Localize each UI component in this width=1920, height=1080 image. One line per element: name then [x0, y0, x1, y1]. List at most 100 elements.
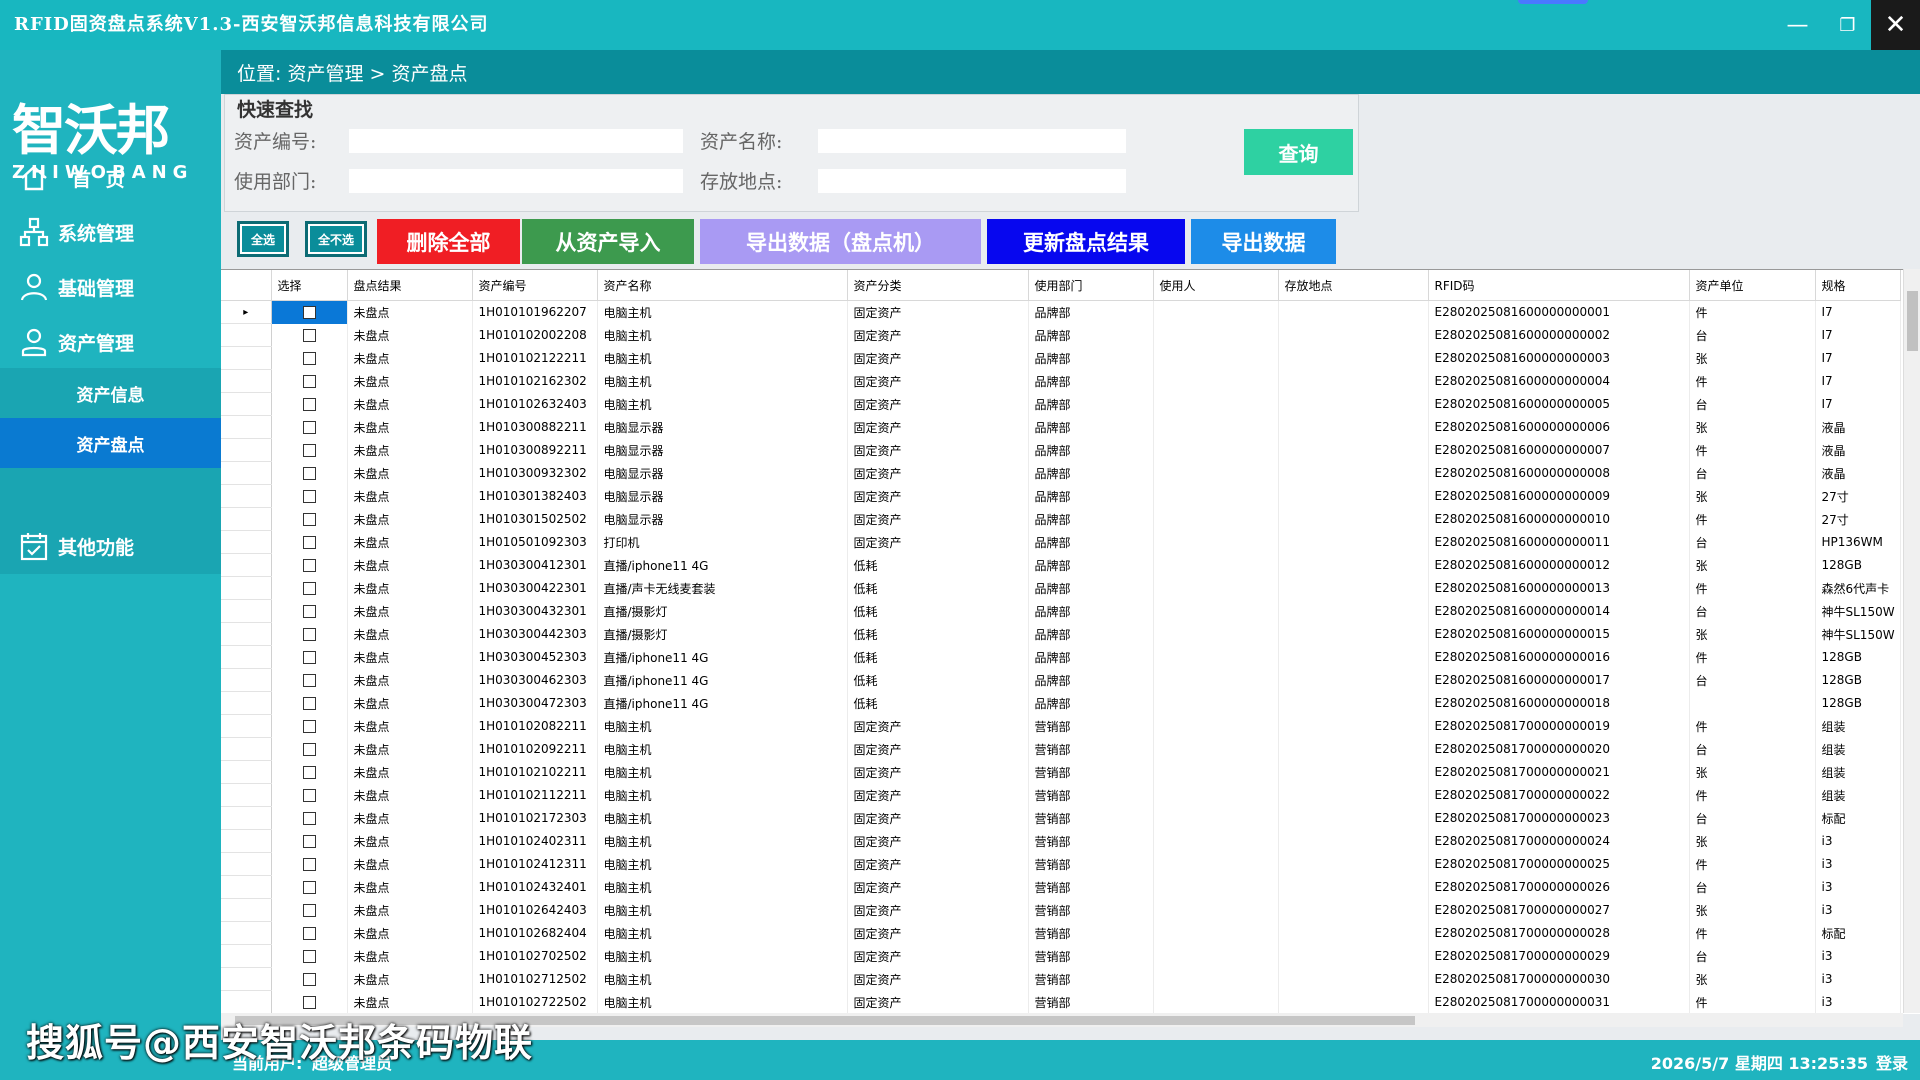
- row-checkbox-cell[interactable]: [271, 415, 348, 439]
- table-cell[interactable]: 张: [1689, 829, 1816, 853]
- row-checkbox[interactable]: [302, 858, 316, 871]
- table-cell[interactable]: E2802025081600000000006: [1428, 415, 1690, 439]
- table-cell[interactable]: 固定资产: [847, 944, 1029, 968]
- table-row[interactable]: 未盘点 1H030300422301 直播/声卡无线麦套装 低耗 品牌部 E2802025…: [221, 576, 1901, 600]
- location-input[interactable]: [818, 169, 1126, 193]
- table-cell[interactable]: 电脑主机: [597, 300, 848, 324]
- table-cell[interactable]: 液晶: [1815, 461, 1901, 485]
- export-data-button[interactable]: 导出数据: [1191, 219, 1336, 264]
- table-cell[interactable]: 件: [1689, 852, 1816, 876]
- table-cell[interactable]: 直播/摄影灯: [597, 599, 848, 623]
- table-cell[interactable]: [1278, 760, 1429, 784]
- table-cell[interactable]: 台: [1689, 392, 1816, 416]
- table-cell[interactable]: 未盘点: [347, 530, 473, 554]
- row-checkbox[interactable]: [302, 927, 316, 940]
- table-cell[interactable]: 未盘点: [347, 392, 473, 416]
- import-from-assets-button[interactable]: 从资产导入: [522, 219, 694, 264]
- table-cell[interactable]: 1H010102122211: [472, 346, 598, 370]
- column-header[interactable]: 规格: [1815, 270, 1901, 301]
- row-header[interactable]: [221, 369, 272, 393]
- table-cell[interactable]: [1278, 737, 1429, 761]
- row-checkbox[interactable]: [302, 973, 316, 986]
- table-cell[interactable]: [1278, 438, 1429, 462]
- table-cell[interactable]: 营销部: [1028, 967, 1154, 991]
- table-cell[interactable]: 1H010102682404: [472, 921, 598, 945]
- table-cell[interactable]: [1153, 875, 1279, 899]
- table-cell[interactable]: [1153, 829, 1279, 853]
- table-cell[interactable]: 1H030300452303: [472, 645, 598, 669]
- table-cell[interactable]: [1153, 622, 1279, 646]
- row-checkbox-cell[interactable]: [271, 300, 348, 324]
- table-cell[interactable]: 未盘点: [347, 323, 473, 347]
- table-cell[interactable]: 未盘点: [347, 852, 473, 876]
- row-checkbox[interactable]: [302, 628, 316, 641]
- table-cell[interactable]: 未盘点: [347, 668, 473, 692]
- table-cell[interactable]: E2802025081700000000029: [1428, 944, 1690, 968]
- row-header[interactable]: [221, 346, 272, 370]
- table-cell[interactable]: 1H010102162302: [472, 369, 598, 393]
- table-cell[interactable]: 固定资产: [847, 806, 1029, 830]
- update-results-button[interactable]: 更新盘点结果: [987, 219, 1185, 264]
- table-cell[interactable]: 品牌部: [1028, 622, 1154, 646]
- table-cell[interactable]: [1153, 645, 1279, 669]
- table-cell[interactable]: E2802025081700000000019: [1428, 714, 1690, 738]
- table-cell[interactable]: 品牌部: [1028, 346, 1154, 370]
- table-cell[interactable]: 营销部: [1028, 990, 1154, 1014]
- column-header[interactable]: 使用人: [1153, 270, 1279, 301]
- table-cell[interactable]: 未盘点: [347, 967, 473, 991]
- table-cell[interactable]: 台: [1689, 806, 1816, 830]
- row-header[interactable]: ▸: [221, 300, 272, 324]
- table-cell[interactable]: 固定资产: [847, 438, 1029, 462]
- table-cell[interactable]: 营销部: [1028, 921, 1154, 945]
- row-checkbox[interactable]: [302, 812, 316, 825]
- column-header[interactable]: RFID码: [1428, 270, 1690, 301]
- table-cell[interactable]: 打印机: [597, 530, 848, 554]
- table-cell[interactable]: 营销部: [1028, 829, 1154, 853]
- sidebar-item-home[interactable]: 首 页: [0, 153, 221, 203]
- row-checkbox[interactable]: [302, 329, 316, 342]
- row-header[interactable]: [221, 392, 272, 416]
- table-cell[interactable]: 直播/iphone11 4G: [597, 553, 848, 577]
- row-checkbox[interactable]: [302, 490, 316, 503]
- table-cell[interactable]: [1278, 852, 1429, 876]
- row-checkbox[interactable]: [302, 467, 316, 480]
- row-checkbox[interactable]: [302, 881, 316, 894]
- table-cell[interactable]: 品牌部: [1028, 530, 1154, 554]
- sidebar-item-system[interactable]: 系统管理: [0, 207, 221, 257]
- row-checkbox[interactable]: [302, 697, 316, 710]
- table-cell[interactable]: 1H010102702502: [472, 944, 598, 968]
- row-header[interactable]: [221, 415, 272, 439]
- table-cell[interactable]: E2802025081600000000001: [1428, 300, 1690, 324]
- scrollbar-thumb[interactable]: [1907, 291, 1918, 351]
- select-all-button[interactable]: 全选: [237, 221, 289, 257]
- table-cell[interactable]: [1153, 369, 1279, 393]
- row-checkbox[interactable]: [302, 651, 316, 664]
- table-cell[interactable]: 电脑主机: [597, 921, 848, 945]
- table-cell[interactable]: 品牌部: [1028, 691, 1154, 715]
- table-cell[interactable]: 未盘点: [347, 944, 473, 968]
- table-cell[interactable]: 未盘点: [347, 438, 473, 462]
- table-cell[interactable]: I7: [1815, 369, 1901, 393]
- table-cell[interactable]: 1H010301502502: [472, 507, 598, 531]
- table-cell[interactable]: [1278, 691, 1429, 715]
- table-cell[interactable]: E2802025081700000000020: [1428, 737, 1690, 761]
- table-cell[interactable]: 件: [1689, 576, 1816, 600]
- table-cell[interactable]: 营销部: [1028, 760, 1154, 784]
- table-cell[interactable]: 固定资产: [847, 852, 1029, 876]
- table-cell[interactable]: I7: [1815, 323, 1901, 347]
- table-cell[interactable]: i3: [1815, 829, 1901, 853]
- row-header[interactable]: [221, 507, 272, 531]
- table-cell[interactable]: 1H030300412301: [472, 553, 598, 577]
- row-checkbox-cell[interactable]: [271, 438, 348, 462]
- table-cell[interactable]: 件: [1689, 921, 1816, 945]
- table-cell[interactable]: [1153, 507, 1279, 531]
- table-cell[interactable]: 未盘点: [347, 599, 473, 623]
- table-cell[interactable]: 营销部: [1028, 714, 1154, 738]
- table-cell[interactable]: E2802025081600000000013: [1428, 576, 1690, 600]
- table-cell[interactable]: [1153, 300, 1279, 324]
- table-row[interactable]: 未盘点 1H010102682404 电脑主机 固定资产 营销部 E28020250817…: [221, 921, 1901, 945]
- asset-name-input[interactable]: [818, 129, 1126, 153]
- table-cell[interactable]: 营销部: [1028, 783, 1154, 807]
- table-cell[interactable]: 1H030300472303: [472, 691, 598, 715]
- table-row[interactable]: 未盘点 1H010102162302 电脑主机 固定资产 品牌部 E28020250816…: [221, 369, 1901, 393]
